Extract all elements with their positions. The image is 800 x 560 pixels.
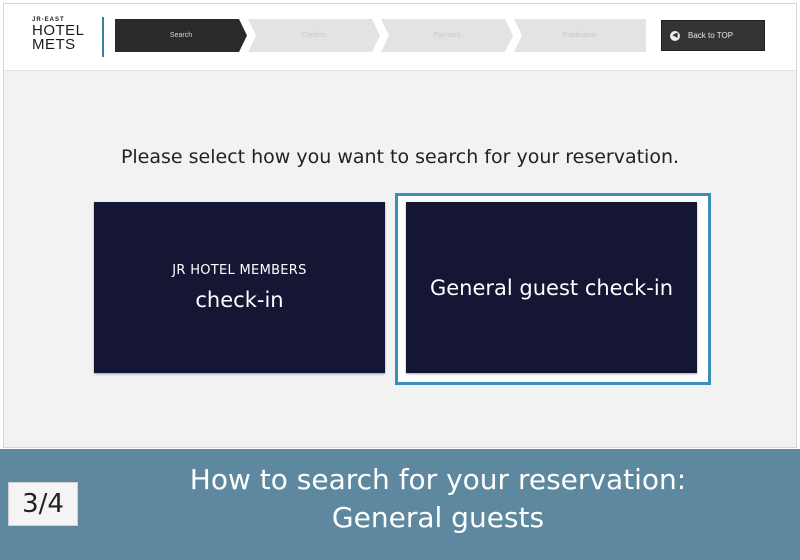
progress-steps: Search Confirm Payment Publication xyxy=(115,19,646,52)
step-confirm: Confirm xyxy=(248,19,380,52)
caption-text: How to search for your reservation: Gene… xyxy=(80,461,796,537)
general-guest-checkin-label: General guest check-in xyxy=(429,275,674,300)
back-to-top-button[interactable]: ◀ Back to TOP xyxy=(661,20,765,51)
step-publication: Publication xyxy=(514,19,646,52)
header: JR-EAST HOTEL METS Search Confirm Paymen… xyxy=(4,4,796,71)
search-method-prompt: Please select how you want to search for… xyxy=(120,146,680,168)
caption-line-1: How to search for your reservation: xyxy=(189,463,687,496)
members-checkin-title: JR HOTEL MEMBERS xyxy=(172,263,307,278)
general-guest-checkin-button[interactable]: General guest check-in xyxy=(406,202,697,373)
members-checkin-subtitle: check-in xyxy=(195,288,284,312)
members-checkin-button[interactable]: JR HOTEL MEMBERS check-in xyxy=(94,202,385,373)
back-arrow-icon: ◀ xyxy=(670,30,680,41)
step-search: Search xyxy=(115,19,247,52)
back-to-top-label: Back to TOP xyxy=(688,31,734,40)
hotel-logo: JR-EAST HOTEL METS xyxy=(32,17,104,57)
caption-line-2: General guests xyxy=(331,501,545,534)
logo-line-mets: METS xyxy=(32,36,76,53)
step-payment: Payment xyxy=(381,19,513,52)
step-counter: 3/4 xyxy=(8,482,78,526)
